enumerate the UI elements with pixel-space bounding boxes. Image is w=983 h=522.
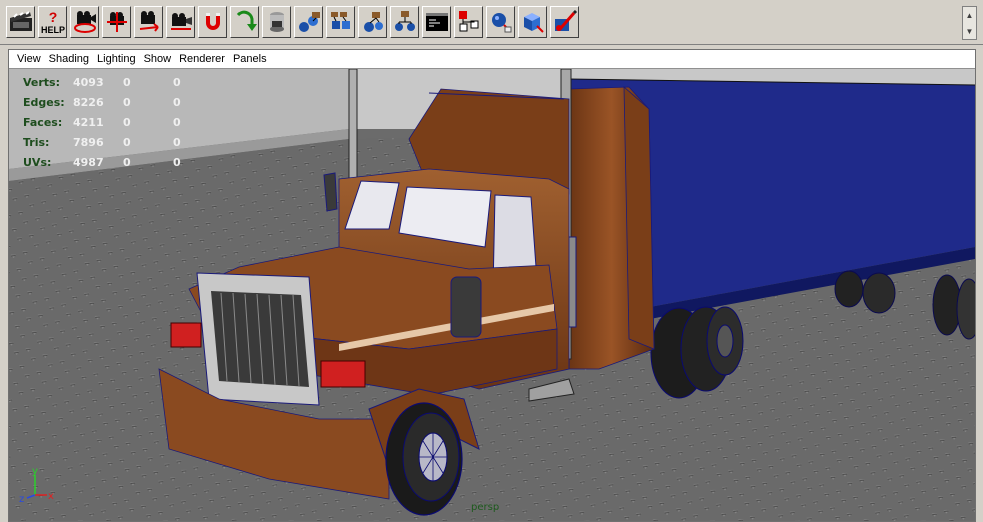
- hud-value-selected: 0: [123, 156, 131, 169]
- headlight-left: [170, 322, 202, 348]
- hierarchy-a-button[interactable]: [294, 6, 323, 38]
- camera-dolly-button[interactable]: [134, 6, 163, 38]
- viewport-panel: View Shading Lighting Show Renderer Pane…: [8, 49, 976, 522]
- help-label: HELP: [40, 25, 64, 35]
- menu-show[interactable]: Show: [140, 50, 176, 69]
- hierarchy-b-icon: [330, 12, 350, 29]
- axis-z-label: z: [19, 494, 24, 505]
- hierarchy-d-icon: [394, 11, 415, 31]
- hud-value-component: 0: [173, 76, 181, 89]
- cup-icon: [269, 12, 284, 32]
- cube-select-button[interactable]: [518, 6, 547, 38]
- hierarchy-a-icon: [298, 12, 320, 32]
- paint-effects-icon: [554, 9, 577, 31]
- help-button[interactable]: ? HELP: [38, 6, 67, 38]
- hypergraph-button[interactable]: [454, 6, 483, 38]
- hierarchy-c-icon: [363, 12, 383, 32]
- scroll-down-icon[interactable]: ▼: [963, 23, 976, 39]
- right-dock-strip: [976, 46, 983, 522]
- camera-zoom-button[interactable]: [166, 6, 195, 38]
- hud-value: 4093: [73, 76, 104, 89]
- hud-value: 4211: [73, 116, 104, 129]
- hud-label: Faces:: [23, 116, 63, 129]
- hud-row-faces: Faces: 4211 0 0: [23, 113, 223, 133]
- hud-value-selected: 0: [123, 116, 131, 129]
- hud-label: Verts:: [23, 76, 61, 89]
- paint-effects-button[interactable]: [550, 6, 579, 38]
- script-editor-button[interactable]: [422, 6, 451, 38]
- camera-tumble-icon: [73, 11, 96, 33]
- help-icon: ?HELP: [40, 9, 64, 35]
- scroll-up-icon[interactable]: ▲: [963, 7, 976, 23]
- clapper-icon: [9, 11, 32, 31]
- hud-value-selected: 0: [123, 76, 131, 89]
- magnet-icon: [205, 13, 220, 30]
- side-tank: [450, 276, 482, 338]
- hierarchy-b-button[interactable]: [326, 6, 355, 38]
- sphere-select-button[interactable]: [486, 6, 515, 38]
- axis-x-label: x: [48, 491, 54, 502]
- magnet-button[interactable]: [198, 6, 227, 38]
- hud-value: 4987: [73, 156, 104, 169]
- hud-value-component: 0: [173, 156, 181, 169]
- hud-row-tris: Tris: 7896 0 0: [23, 133, 223, 153]
- shelf-toolbar: ? HELP ▲ ▼: [0, 0, 983, 45]
- hud-value-component: 0: [173, 136, 181, 149]
- script-editor-icon: [425, 13, 448, 31]
- axis-gizmo: y x z: [19, 466, 54, 505]
- camera-tumble-button[interactable]: [70, 6, 99, 38]
- menu-shading[interactable]: Shading: [45, 50, 93, 69]
- hud-value: 7896: [73, 136, 104, 149]
- redo-button[interactable]: [230, 6, 259, 38]
- camera-track-button[interactable]: [102, 6, 131, 38]
- clapper-button[interactable]: [6, 6, 35, 38]
- menu-renderer[interactable]: Renderer: [175, 50, 229, 69]
- redo-arrow-icon: [236, 10, 257, 31]
- hud-row-edges: Edges: 8226 0 0: [23, 93, 223, 113]
- hypergraph-icon: [458, 11, 478, 32]
- poly-count-hud: Verts: 4093 0 0 Edges: 8226 0 0 Faces: 4…: [23, 73, 223, 173]
- svg-text:?: ?: [48, 9, 57, 25]
- camera-name-label: persp: [471, 502, 500, 513]
- camera-track-icon: [106, 12, 127, 32]
- hud-label: Tris:: [23, 136, 50, 149]
- hierarchy-d-button[interactable]: [390, 6, 419, 38]
- hud-value-selected: 0: [123, 96, 131, 109]
- cup-button[interactable]: [262, 6, 291, 38]
- camera-zoom-icon: [170, 13, 192, 30]
- sphere-select-icon: [491, 13, 511, 33]
- shelf-scroll[interactable]: ▲ ▼: [962, 6, 977, 40]
- hud-value-component: 0: [173, 96, 181, 109]
- hud-value-component: 0: [173, 116, 181, 129]
- menu-panels[interactable]: Panels: [229, 50, 271, 69]
- hud-row-verts: Verts: 4093 0 0: [23, 73, 223, 93]
- hud-row-uvs: UVs: 4987 0 0: [23, 153, 223, 173]
- menu-view[interactable]: View: [13, 50, 45, 69]
- perspective-viewport[interactable]: Verts: 4093 0 0 Edges: 8226 0 0 Faces: 4…: [9, 69, 975, 521]
- hud-label: UVs:: [23, 156, 52, 169]
- hud-label: Edges:: [23, 96, 65, 109]
- hierarchy-c-button[interactable]: [358, 6, 387, 38]
- hud-value: 8226: [73, 96, 104, 109]
- left-dock-strip: [0, 46, 8, 522]
- menu-lighting[interactable]: Lighting: [93, 50, 140, 69]
- headlight-right: [320, 360, 366, 388]
- camera-dolly-icon: [139, 11, 159, 32]
- cube-select-icon: [523, 13, 544, 33]
- panel-menubar: View Shading Lighting Show Renderer Pane…: [9, 50, 975, 69]
- exhaust-left: [348, 69, 358, 190]
- front-wheel: [385, 402, 463, 516]
- hud-value-selected: 0: [123, 136, 131, 149]
- axis-y-label: y: [32, 466, 38, 477]
- shelf-buttons: ? HELP: [6, 6, 582, 40]
